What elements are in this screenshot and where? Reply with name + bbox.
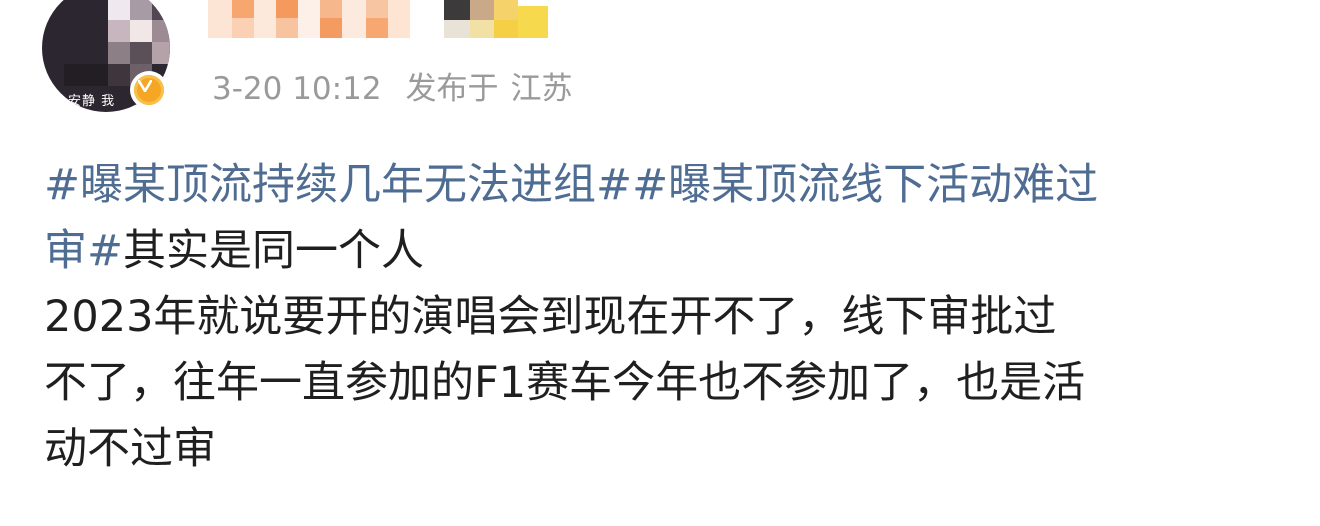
name-mosaic-tile (518, 6, 548, 38)
weibo-post: 安静 我 3-20 10:12 发布于 江苏 #曝某顶流持续几年无法进组##曝某顶流… (0, 0, 1320, 526)
avatar-mosaic-tile (108, 0, 130, 20)
avatar-mosaic-tile (64, 64, 108, 86)
name-mosaic-tile (320, 18, 342, 38)
avatar-mosaic-tile (152, 20, 170, 42)
avatar-mosaic-tile (108, 20, 130, 42)
content-line: 2023年就说要开的演唱会到现在开不了，线下审批过 (44, 292, 1057, 342)
hashtag-link[interactable]: #曝某顶流持续几年无法进组# (44, 160, 632, 210)
content-line: #曝某顶流持续几年无法进组##曝某顶流线下活动难过 (44, 152, 1284, 218)
author-name-mosaic[interactable] (208, 0, 556, 42)
name-mosaic-tile (494, 20, 518, 38)
location-prefix: 发布于 (405, 71, 499, 107)
name-mosaic-tile (254, 0, 276, 38)
content-line: 不了，往年一直参加的F1赛车今年也不参加了，也是活 (44, 358, 1086, 408)
hashtag-link-continued[interactable]: 审# (44, 226, 123, 276)
avatar-caption: 安静 我 (68, 94, 116, 109)
post-content: #曝某顶流持续几年无法进组##曝某顶流线下活动难过 审#其实是同一个人 2023… (44, 152, 1284, 482)
avatar-mosaic-tile (130, 20, 152, 42)
name-mosaic-tile (444, 20, 470, 38)
name-mosaic-tile (276, 18, 298, 38)
name-mosaic-tile (342, 0, 366, 38)
hashtag-link[interactable]: #曝某顶流线下活动难过 (632, 160, 1098, 210)
name-mosaic-tile (232, 18, 254, 38)
avatar-mosaic-tile (152, 0, 170, 20)
name-mosaic-tile (388, 0, 410, 38)
avatar-mosaic-tile (108, 42, 130, 64)
avatar-mosaic-tile (130, 0, 152, 20)
name-mosaic-tile (276, 0, 298, 18)
name-mosaic-tile (470, 0, 494, 20)
avatar-mosaic-tile (130, 42, 152, 64)
name-mosaic-tile (444, 0, 470, 20)
verified-v-badge-icon (138, 80, 152, 92)
name-mosaic-tile (208, 0, 232, 38)
verified-badge (130, 71, 168, 109)
avatar-mosaic-tile (152, 42, 170, 64)
name-mosaic-tile (366, 18, 388, 38)
post-meta: 3-20 10:12 发布于 江苏 (212, 63, 573, 108)
post-timestamp: 3-20 10:12 (212, 71, 382, 107)
avatar-mosaic-tile (108, 64, 130, 86)
name-mosaic-tile (232, 0, 254, 18)
post-text: 其实是同一个人 (123, 226, 425, 276)
content-line: 动不过审 (44, 424, 216, 474)
name-mosaic-tile (298, 0, 320, 38)
post-location: 江苏 (510, 71, 573, 107)
name-mosaic-tile (320, 0, 342, 18)
name-mosaic-tile (470, 20, 494, 38)
name-mosaic-tile (366, 0, 388, 18)
content-line: 审#其实是同一个人 (44, 218, 1284, 284)
name-mosaic-tile (494, 0, 518, 20)
